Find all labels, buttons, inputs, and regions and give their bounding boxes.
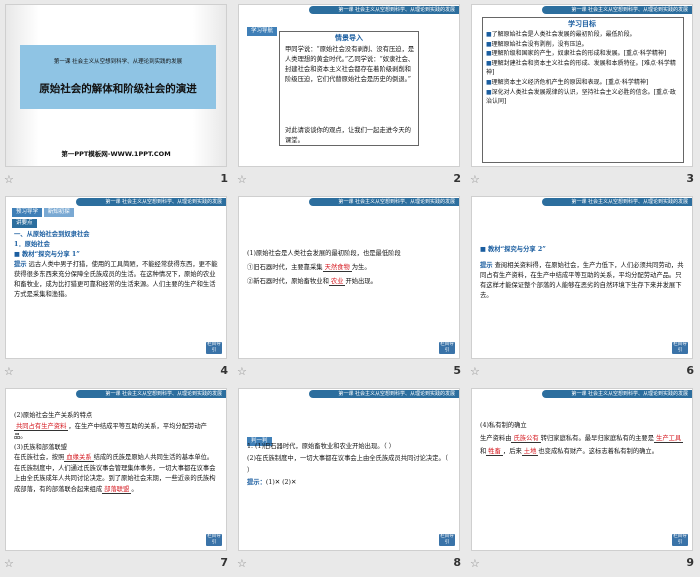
slide-canvas: 第一课 社会主义从空想到科学、从理论到实践的发展 ■ 教材“探究与分享 2” 提… [471,196,693,359]
slide-header: 第一课 社会主义从空想到科学、从理论到实践的发展 [105,391,222,397]
slide-header: 第一课 社会主义从空想到科学、从理论到实践的发展 [571,391,688,397]
answer-text: 提示 远古人类中男子打猎，使用的工具简陋，不能经常获得东西，更不能获得很多东西来… [14,261,218,298]
slide-thumbnail-4[interactable]: 第一课 社会主义从空想到科学、从理论到实践的发展 预习导学 新知初探 讲要点 一… [0,192,233,384]
slide-number: 9 [686,556,694,569]
text-line: ①旧石器时代，主要靠采集 天然食物 为生。 [247,264,371,272]
slide-header: 第一课 社会主义从空想到科学、从理论到实践的发展 [338,391,455,397]
slide-thumbnail-9[interactable]: 第一课 社会主义从空想到科学、从理论到实践的发展 (4)私有制的确立 生产资料由… [466,384,699,576]
text-line: 共同占有生产资料 ，在生产中结成平等互助的关系，平均分配劳动产品。 [14,422,207,440]
slide-number: 2 [453,172,461,185]
question-2: (2)在氏族制度中，一切大事都在议事会上由全氏族成员共同讨论决定。（ ） [247,455,448,474]
text-line: ②新石器时代，原始畜牧业和 农业 开始出现。 [247,278,377,286]
question-1: 1. (1)旧石器时代，原始畜牧业和农业开始出现。（ ） [247,443,396,450]
slide-number: 4 [220,364,228,377]
star-icon[interactable]: ☆ [4,173,14,186]
slide-canvas: 第一课 社会主义从空想到科学、从理论到实践的发展 原始社会的解体和阶级社会的演进… [5,4,227,167]
slide-body: (2)原始社会生产关系的特点 共同占有生产资料 ，在生产中结成平等互助的关系，平均… [14,411,218,495]
slide-thumbnail-6[interactable]: 第一课 社会主义从空想到科学、从理论到实践的发展 ■ 教材“探究与分享 2” 提… [466,192,699,384]
topic-line: ■ 教材“探究与分享 1” [14,251,80,258]
slide-number: 8 [453,556,461,569]
slide-canvas: 第一课 社会主义从空想到科学、从理论到实践的发展 判一判 1. (1)旧石器时代… [238,388,460,551]
slide-body: (1)原始社会是人类社会发展的最初阶段，也是最低阶段 ①旧石器时代，主要靠采集天… [247,247,451,289]
slide-number: 6 [686,364,694,377]
goals-list: ■了解原始社会是人类社会发展的最初阶段，最低阶段。 ■理解原始社会没有剥削，没有… [486,30,680,107]
slide-body: (4)私有制的确立 生产资料由 氏族公有 转归家庭私有。最早归家庭私有的主要是 生产工… [480,419,684,458]
section-title: 情景导入 [335,34,363,42]
text-line: 在氏族社会，按照 血缘关系 结成的氏族是原始人共同生活的基本单位。在氏族制度中，人们… [14,454,216,494]
slide-header: 第一课 社会主义从空想到科学、从理论到实践的发展 [571,199,688,205]
star-icon[interactable]: ☆ [237,173,247,186]
star-icon[interactable]: ☆ [470,557,480,570]
goal-item: ■了解原始社会是人类社会发展的最初阶段，最低阶段。 [486,31,636,38]
slide-canvas: 第一课 社会主义从空想到科学、从理论到实践的发展 (2)原始社会生产关系的特点 … [5,388,227,551]
title-banner [20,45,216,109]
slide-thumbnail-3[interactable]: 第一课 社会主义从空想到科学、从理论到实践的发展 学习目标 ■了解原始社会是人类… [466,0,699,192]
nav-tags: 预习导学 新知初探 [12,208,74,217]
answer-text: 提示 查阅相关资料得，在原始社会，生产力低下，人们必须共同劳动，共同占有生产资料… [480,262,684,299]
slide-number: 7 [220,556,228,569]
back-button[interactable]: 栏目导引 [672,534,688,546]
section-heading: 一、从原始社会到奴隶社会 [14,231,90,238]
back-button[interactable]: 栏目导引 [439,342,455,354]
slide-canvas: 第一课 社会主义从空想到科学、从理论到实践的发展 学习目标 ■了解原始社会是人类… [471,4,693,167]
slide-footer: 第一PPT模板网-WWW.1PPT.COM [61,150,171,158]
scenario-text: 甲同学说：“原始社会没有剥削、没有压迫，是人类理想的黄金时代。”乙同学说：“奴隶… [285,46,415,83]
back-button[interactable]: 栏目导引 [672,342,688,354]
goal-item: ■理解原始社会没有剥削，没有压迫。 [486,40,588,48]
star-icon[interactable]: ☆ [237,365,247,378]
subheading: 1．原始社会 [14,241,50,248]
slide-number: 3 [686,172,694,185]
slide-canvas: 第一课 社会主义从空想到科学、从理论到实践的发展 预习导学 新知初探 讲要点 一… [5,196,227,359]
slide-header: 第一课 社会主义从空想到科学、从理论到实践的发展 [105,199,222,205]
goal-item: ■理解封建社会和资本主义社会的形成、发展和本质特征。[难点·科学精神] [486,59,676,77]
text-line: (2)原始社会生产关系的特点 [14,412,93,419]
star-icon[interactable]: ☆ [4,365,14,378]
slide-body: 一、从原始社会到奴隶社会 1．原始社会 ■ 教材“探究与分享 1” 提示 远古人… [14,230,218,300]
back-button[interactable]: 栏目导引 [206,534,222,546]
slide-body: ■ 教材“探究与分享 2” 提示 查阅相关资料得，在原始社会，生产力低下，人们必… [480,245,684,301]
star-icon[interactable]: ☆ [470,365,480,378]
slide-thumbnail-8[interactable]: 第一课 社会主义从空想到科学、从理论到实践的发展 判一判 1. (1)旧石器时代… [233,384,466,576]
nav-tag: 学习导航 [247,17,278,36]
star-icon[interactable]: ☆ [237,557,247,570]
slide-header: 第一课 社会主义从空想到科学、从理论到实践的发展 [338,199,455,205]
text-line: (3)氏族和部落联盟 [14,443,67,451]
star-icon[interactable]: ☆ [470,173,480,186]
scenario-question: 对此请谈谈你的观点，让我们一起走进今天的课堂。 [285,127,411,144]
text-line: 生产资料由 氏族公有 转归家庭私有。最早归家庭私有的主要是 生产工具和 牲畜 ，后来 土地也… [480,435,684,456]
slide-canvas: 第一课 社会主义从空想到科学、从理论到实践的发展 学习导航 情景导入 甲同学说：… [238,4,460,167]
slide-subtitle: 第一课 社会主义从空想到科学、从理论到实践的发展 [53,59,183,65]
text-line: (4)私有制的确立 [480,422,527,429]
text-line: (1)原始社会是人类社会发展的最初阶段，也是最低阶段 [247,250,401,257]
section-title: 学习目标 [568,20,596,28]
answer-line: 提示：(1)✕ (2)✕ [247,479,297,486]
back-button[interactable]: 栏目导引 [439,534,455,546]
star-icon[interactable]: ☆ [4,557,14,570]
slide-thumbnail-1[interactable]: 第一课 社会主义从空想到科学、从理论到实践的发展 原始社会的解体和阶级社会的演进… [0,0,233,192]
slide-thumbnail-7[interactable]: 第一课 社会主义从空想到科学、从理论到实践的发展 (2)原始社会生产关系的特点 … [0,384,233,576]
slide-body: 1. (1)旧石器时代，原始畜牧业和农业开始出现。（ ） (2)在氏族制度中，一… [247,441,451,489]
topic-line: ■ 教材“探究与分享 2” [480,246,546,253]
back-button[interactable]: 栏目导引 [206,342,222,354]
slide-thumbnail-2[interactable]: 第一课 社会主义从空想到科学、从理论到实践的发展 学习导航 情景导入 甲同学说：… [233,0,466,192]
slide-number: 5 [453,364,461,377]
slide-number: 1 [220,172,228,185]
sub-tag: 讲要点 [12,219,37,228]
slide-title: 原始社会的解体和阶级社会的演进 [39,83,197,95]
goal-item: ■深化对人类社会发展规律的认识，坚持社会主义必胜的信念。[重点·政治认同] [486,88,676,106]
slide-header: 第一课 社会主义从空想到科学、从理论到实践的发展 [571,7,688,13]
slide-canvas: 第一课 社会主义从空想到科学、从理论到实践的发展 (1)原始社会是人类社会发展的… [238,196,460,359]
slide-thumbnail-5[interactable]: 第一课 社会主义从空想到科学、从理论到实践的发展 (1)原始社会是人类社会发展的… [233,192,466,384]
goal-item: ■理解阶级和国家的产生，奴隶社会的形成和发展。[重点·科学精神] [486,50,667,58]
slide-canvas: 第一课 社会主义从空想到科学、从理论到实践的发展 (4)私有制的确立 生产资料由… [471,388,693,551]
slide-header: 第一课 社会主义从空想到科学、从理论到实践的发展 [338,7,455,13]
goal-item: ■理解资本主义经济危机产生的原因和表现。[重点·科学精神] [486,78,649,86]
